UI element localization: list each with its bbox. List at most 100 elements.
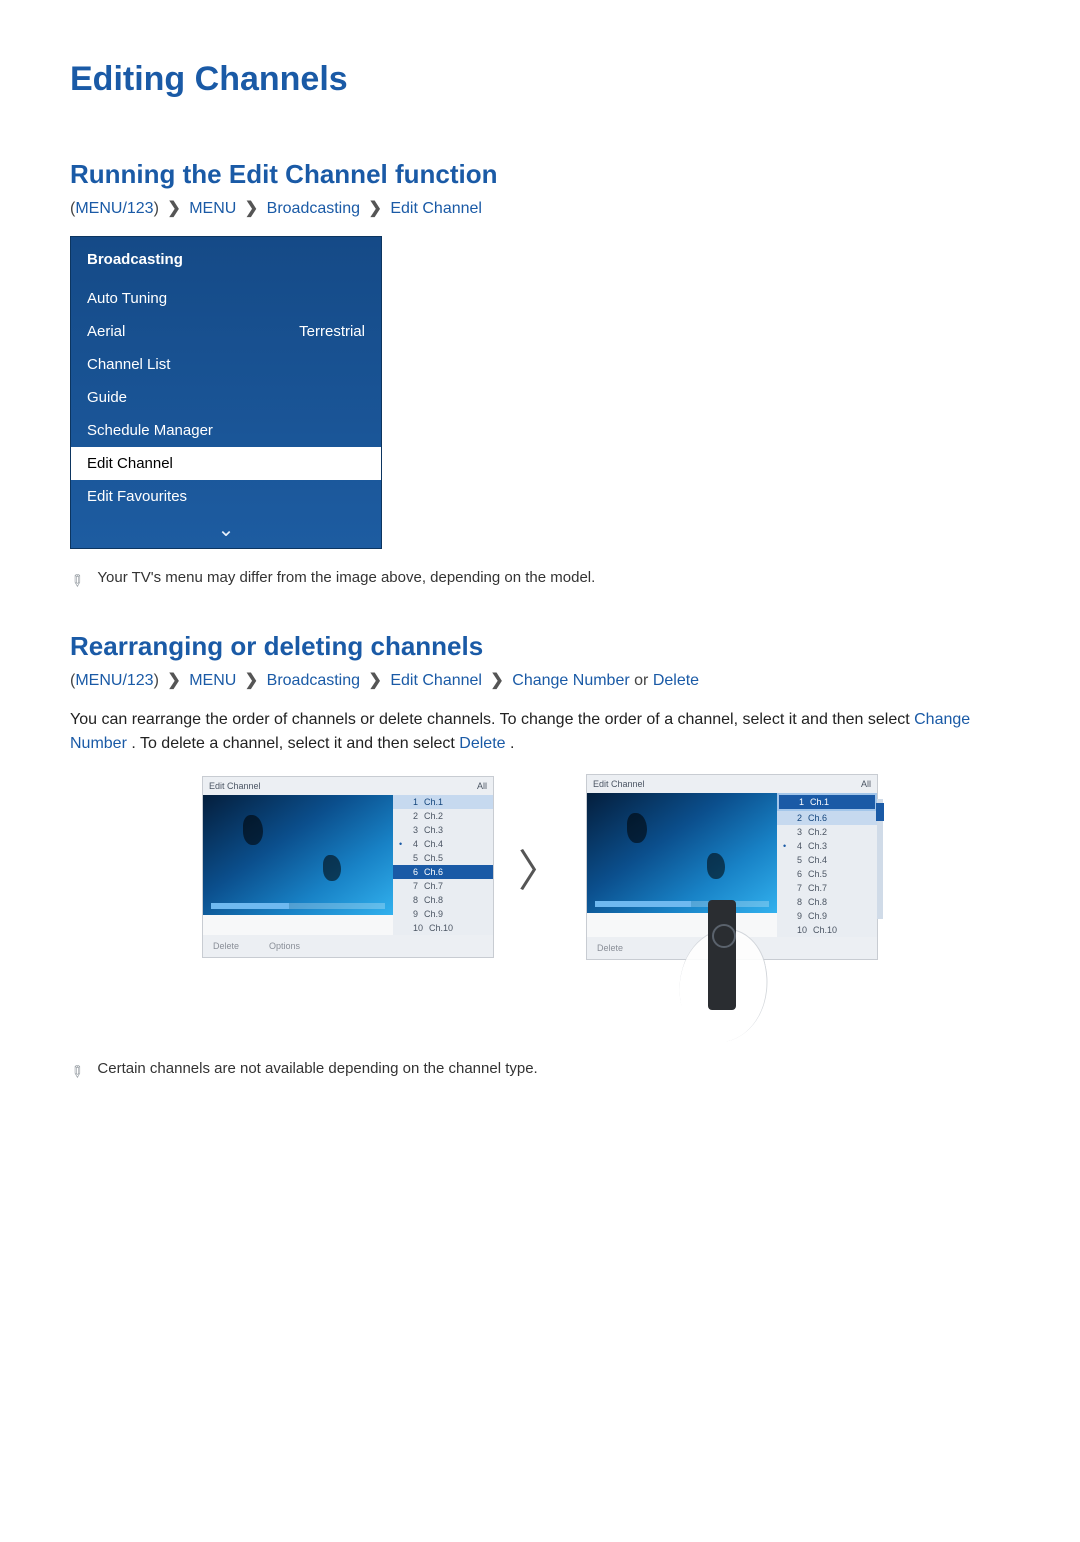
channel-mark [399, 881, 407, 891]
chevron-right-icon: ❯ [364, 672, 385, 689]
channel-row[interactable]: 5Ch.5 [393, 851, 493, 865]
channel-row[interactable]: 3Ch.2 [777, 825, 877, 839]
broadcasting-menu-header: Broadcasting [71, 237, 381, 282]
channel-mark [399, 923, 407, 933]
chevron-right-icon: 〉 [518, 835, 562, 899]
channel-number: 4 [413, 839, 418, 849]
nav-or: or [634, 672, 653, 689]
progress-bar[interactable] [211, 903, 385, 909]
menu-label: Auto Tuning [87, 290, 167, 307]
channel-number: 2 [413, 811, 418, 821]
menu-row-channel-list[interactable]: Channel List [71, 348, 381, 381]
channel-row[interactable]: 5Ch.4 [777, 853, 877, 867]
screenshot-before: Edit Channel All 1Ch.12Ch.23Ch.3•4Ch.45C… [202, 776, 494, 958]
channel-name: Ch.6 [424, 867, 443, 877]
chevron-right-icon: ❯ [163, 672, 184, 689]
footer-button[interactable]: Delete [213, 941, 239, 951]
channel-row[interactable]: 6 Ch.6 [393, 865, 493, 879]
channel-row[interactable]: 8 Ch.8 [777, 895, 877, 909]
channel-row[interactable]: •4Ch.4 [393, 837, 493, 851]
menu-row-edit-channel[interactable]: Edit Channel [71, 447, 381, 480]
scrollbar[interactable] [877, 799, 883, 919]
channel-name: Ch.5 [424, 853, 443, 863]
channel-row[interactable]: 6Ch.5 [777, 867, 877, 881]
menu-row-schedule-manager[interactable]: Schedule Manager [71, 414, 381, 447]
shot-title: Edit Channel [209, 781, 261, 791]
nav-part-menu: MENU [189, 672, 236, 689]
channel-row[interactable]: 2Ch.2 [393, 809, 493, 823]
nav-part-broadcasting: Broadcasting [267, 200, 360, 217]
channel-row[interactable]: 10Ch.10 [777, 923, 877, 937]
broadcasting-menu: Broadcasting Auto Tuning Aerial Terrestr… [70, 236, 382, 549]
nav-root: MENU/123 [75, 672, 153, 689]
channel-row[interactable]: 9 Ch.9 [393, 907, 493, 921]
channel-row[interactable]: 2 Ch.6 [777, 811, 877, 825]
channel-name: Ch.10 [813, 925, 837, 935]
channel-row[interactable]: 3Ch.3 [393, 823, 493, 837]
channel-mark [783, 883, 791, 893]
remote-hand-illustration [678, 900, 788, 1040]
video-preview [203, 795, 393, 915]
menu-row-guide[interactable]: Guide [71, 381, 381, 414]
channel-number: 9 [413, 909, 418, 919]
channel-mark [399, 909, 407, 919]
nav-suffix: ) [154, 672, 159, 689]
channel-number: 6 [413, 867, 418, 877]
menu-label: Edit Channel [87, 455, 173, 472]
channel-name: Ch.9 [808, 911, 827, 921]
pencil-icon: ✎ [65, 569, 89, 593]
menu-label: Aerial [87, 323, 125, 340]
channel-name: Ch.4 [808, 855, 827, 865]
menu-row-edit-favourites[interactable]: Edit Favourites [71, 480, 381, 513]
footer-button[interactable]: Delete [597, 943, 623, 953]
nav-suffix: ) [154, 200, 159, 217]
channel-name: Ch.10 [429, 923, 453, 933]
nav-part-edit-channel: Edit Channel [390, 672, 482, 689]
channel-number: 8 [797, 897, 802, 907]
channel-number: 2 [797, 813, 802, 823]
channel-row[interactable]: 8 Ch.8 [393, 893, 493, 907]
chevron-down-icon[interactable]: ⌄ [71, 513, 381, 548]
menu-row-aerial[interactable]: Aerial Terrestrial [71, 315, 381, 348]
page-title: Editing Channels [70, 60, 1010, 99]
channel-row[interactable]: 9 Ch.9 [777, 909, 877, 923]
channel-row[interactable]: 1Ch.1 [777, 793, 877, 811]
channel-row[interactable]: •4Ch.3 [777, 839, 877, 853]
channel-row[interactable]: 1Ch.1 [393, 795, 493, 809]
channel-name: Ch.8 [424, 895, 443, 905]
channel-row[interactable]: 7Ch.7 [393, 879, 493, 893]
chevron-right-icon: ❯ [241, 672, 262, 689]
channel-number: 9 [797, 911, 802, 921]
section2-nav: (MENU/123) ❯ MENU ❯ Broadcasting ❯ Edit … [70, 670, 1010, 690]
channel-name: Ch.9 [424, 909, 443, 919]
chevron-right-icon: ❯ [241, 200, 262, 217]
channel-name: Ch.3 [424, 825, 443, 835]
chevron-right-icon: ❯ [486, 672, 507, 689]
channel-row[interactable]: 7 Ch.7 [777, 881, 877, 895]
channel-mark [783, 855, 791, 865]
channel-name: Ch.7 [808, 883, 827, 893]
footer-button[interactable]: Options [269, 941, 300, 951]
channel-number: 1 [413, 797, 418, 807]
body-seg: You can rearrange the order of channels … [70, 711, 914, 728]
channel-number: 7 [797, 883, 802, 893]
channel-mark [399, 867, 407, 877]
channel-mark [783, 813, 791, 823]
menu-label: Guide [87, 389, 127, 406]
channel-name: Ch.3 [808, 841, 827, 851]
note-text: Certain channels are not available depen… [97, 1060, 537, 1077]
channel-mark [399, 825, 407, 835]
shot-tab: All [861, 779, 871, 789]
nav-root: MENU/123 [75, 200, 153, 217]
scrollbar-thumb[interactable] [876, 803, 884, 821]
menu-label: Edit Favourites [87, 488, 187, 505]
nav-part-change-number: Change Number [512, 672, 629, 689]
screenshot-pair: Edit Channel All 1Ch.12Ch.23Ch.3•4Ch.45C… [70, 774, 1010, 960]
channel-row[interactable]: 10Ch.10 [393, 921, 493, 935]
channel-name: Ch.6 [808, 813, 827, 823]
channel-name: Ch.5 [808, 869, 827, 879]
channel-number: 8 [413, 895, 418, 905]
channel-name: Ch.8 [808, 897, 827, 907]
nav-part-menu: MENU [189, 200, 236, 217]
menu-row-auto-tuning[interactable]: Auto Tuning [71, 282, 381, 315]
